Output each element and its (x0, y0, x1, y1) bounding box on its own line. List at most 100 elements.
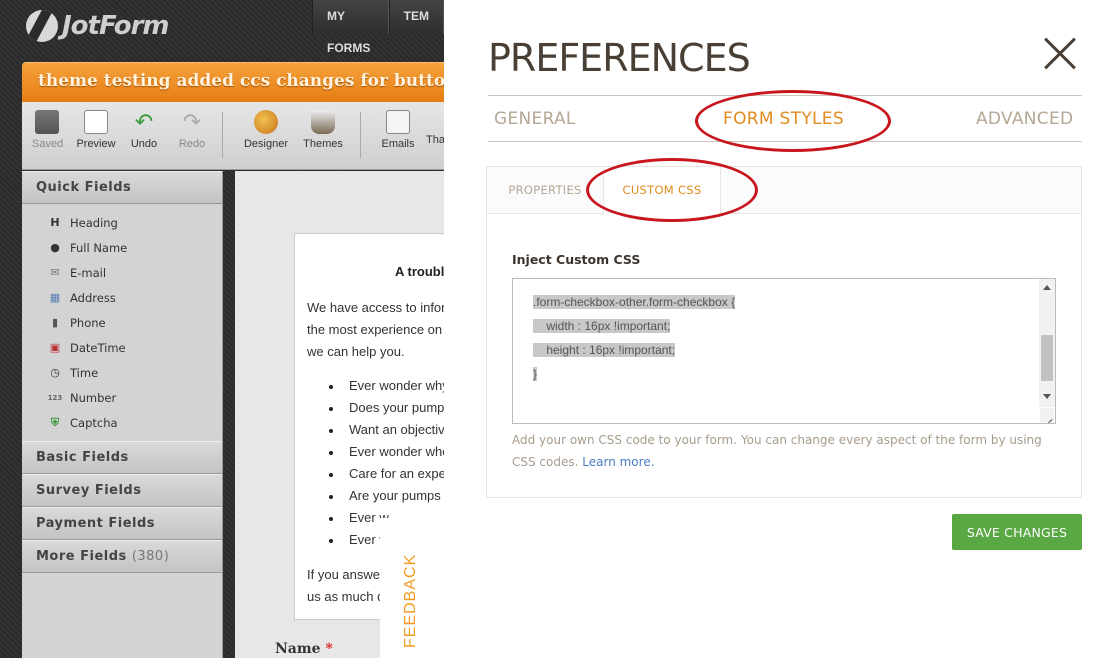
tab-general[interactable]: GENERAL (494, 109, 576, 129)
field-time[interactable]: ◷ Time (48, 360, 222, 385)
preview-text: We have access to informa (307, 300, 444, 315)
toolbar-preview[interactable]: Preview (74, 110, 118, 150)
textarea-scrollbar[interactable] (1039, 279, 1055, 407)
bullet-dot (329, 407, 333, 411)
person-icon: ● (50, 241, 60, 254)
field-heading[interactable]: H Heading (48, 210, 222, 235)
redo-icon: ↷ (182, 109, 202, 134)
style-sub-tabs: PROPERTIES CUSTOM CSS (487, 167, 1081, 215)
builder-toolbar: Saved Preview ↶ Undo ↷ Redo Designer The… (22, 102, 444, 170)
bullet-dot (329, 473, 333, 477)
clock-icon: ◷ (50, 366, 60, 379)
palette-icon (254, 110, 278, 134)
scroll-thumb[interactable] (1041, 335, 1053, 381)
bullet-dot (329, 385, 333, 389)
bullet-dot (329, 429, 333, 433)
themes-icon (311, 110, 335, 134)
css-code: .form-checkbox-other.form-checkbox { wid… (533, 291, 736, 387)
nav-my-forms[interactable]: MY FORMS (312, 0, 389, 55)
top-nav: MY FORMS TEM (312, 0, 444, 55)
number-icon: 123 (47, 393, 63, 402)
jotform-logo-icon (26, 10, 58, 42)
payment-fields-header[interactable]: Payment Fields (22, 507, 222, 540)
toolbar-designer[interactable]: Designer (242, 110, 290, 150)
toolbar-themes[interactable]: Themes (300, 110, 346, 150)
toolbar-thankyou[interactable]: Tha (426, 110, 444, 146)
nav-templates[interactable]: TEM (388, 0, 444, 34)
field-number[interactable]: 123 Number (48, 385, 222, 410)
preview-icon (84, 110, 108, 134)
bullet-dot (329, 517, 333, 521)
preferences-tabs: GENERAL FORM STYLES ADVANCED (488, 95, 1082, 142)
scroll-down-icon[interactable] (1043, 394, 1051, 399)
close-icon[interactable] (1042, 36, 1078, 72)
field-datetime[interactable]: ▣ DateTime (48, 335, 222, 360)
save-changes-button[interactable]: SAVE CHANGES (952, 514, 1082, 550)
email-icon (386, 110, 410, 134)
basic-fields-header[interactable]: Basic Fields (22, 441, 222, 474)
more-fields-header[interactable]: More Fields (380) (22, 540, 222, 573)
preferences-panel: PREFERENCES GENERAL FORM STYLES ADVANCED… (444, 0, 1108, 658)
preview-text: If you answe (307, 567, 380, 582)
quick-fields-list: H Heading ● Full Name ✉ E-mail ▦ Address ▮ Ph… (22, 204, 222, 441)
preview-bullet: Ever wonder why (349, 378, 444, 393)
tab-custom-css[interactable]: CUSTOM CSS (603, 167, 721, 215)
name-field-label[interactable]: Name * (275, 641, 333, 657)
envelope-icon: ✉ (50, 266, 60, 279)
form-styles-card: PROPERTIES CUSTOM CSS Inject Custom CSS … (486, 166, 1082, 498)
preview-text: the most experience on st (307, 322, 444, 337)
bullet-dot (329, 451, 333, 455)
tab-advanced[interactable]: ADVANCED (976, 109, 1073, 129)
resize-grip-icon[interactable] (1040, 408, 1054, 422)
bullet-dot (329, 495, 333, 499)
field-phone[interactable]: ▮ Phone (48, 310, 222, 335)
css-line: height : 16px !important; (533, 343, 676, 357)
preview-text: we can help you. (307, 344, 405, 359)
heading-icon: H (50, 216, 60, 229)
scroll-up-icon[interactable] (1043, 285, 1051, 290)
css-help-text: Add your own CSS code to your form. You … (512, 433, 1042, 469)
learn-more-link[interactable]: Learn more. (582, 455, 654, 469)
toolbar-redo[interactable]: ↷ Redo (176, 109, 208, 151)
field-captcha[interactable]: ⛨ Captcha (48, 410, 222, 435)
feedback-label: FEEDBACK (402, 553, 419, 648)
form-title-bar: theme testing added ccs changes for butt… (22, 62, 444, 102)
preview-bullet: Ever wonder whe (349, 444, 444, 459)
preview-heading: A trouble (395, 264, 444, 279)
preview-text: us as much de (307, 589, 392, 604)
form-title[interactable]: theme testing added ccs changes for butt… (38, 71, 444, 91)
css-line: .form-checkbox-other.form-checkbox { (533, 295, 736, 309)
toolbar-separator (222, 112, 223, 158)
toolbar-undo[interactable]: ↶ Undo (128, 109, 160, 151)
css-line: width : 16px !important; (533, 319, 671, 333)
logo-text: JotForm (62, 11, 169, 41)
preview-bullet: Are your pumps b (349, 488, 444, 503)
toolbar-separator (360, 112, 361, 158)
toolbar-emails[interactable]: Emails (378, 110, 418, 150)
tab-properties[interactable]: PROPERTIES (487, 167, 603, 214)
required-asterisk: * (325, 641, 333, 657)
tab-form-styles[interactable]: FORM STYLES (723, 109, 844, 129)
jotform-logo[interactable]: JotForm (26, 10, 169, 42)
inject-css-label: Inject Custom CSS (512, 252, 641, 267)
field-email[interactable]: ✉ E-mail (48, 260, 222, 285)
shield-icon: ⛨ (50, 415, 60, 429)
jotform-builder-background: JotForm MY FORMS TEM theme testing added… (0, 0, 444, 658)
fields-sidebar: Quick Fields H Heading ● Full Name ✉ E-mail… (22, 171, 223, 658)
quick-fields-header[interactable]: Quick Fields (22, 171, 222, 204)
field-address[interactable]: ▦ Address (48, 285, 222, 310)
survey-fields-header[interactable]: Survey Fields (22, 474, 222, 507)
calendar-icon: ▣ (49, 341, 61, 354)
bullet-dot (329, 539, 333, 543)
page-title: PREFERENCES (488, 36, 751, 80)
preview-bullet: Want an objectiv (349, 422, 444, 437)
preview-bullet: Care for an expert (349, 466, 444, 481)
field-full-name[interactable]: ● Full Name (48, 235, 222, 260)
address-icon: ▦ (49, 291, 61, 304)
undo-icon: ↶ (134, 109, 154, 134)
preview-bullet: Does your pump s (349, 400, 444, 415)
toolbar-saved[interactable]: Saved (32, 110, 63, 150)
feedback-tab[interactable]: FEEDBACK (380, 518, 444, 658)
custom-css-textarea[interactable]: .form-checkbox-other.form-checkbox { wid… (512, 278, 1056, 424)
css-line: } (533, 367, 538, 381)
